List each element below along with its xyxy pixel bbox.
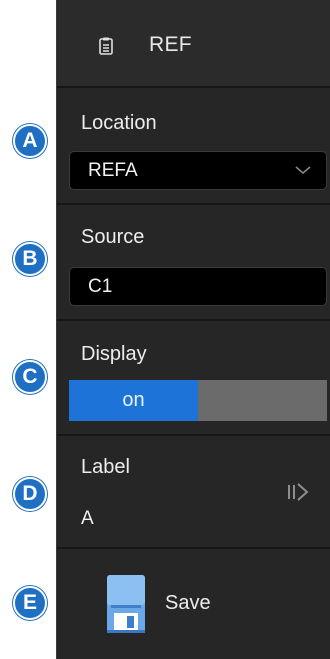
chevron-down-icon xyxy=(295,166,311,175)
toggle-state-text: on xyxy=(122,389,145,411)
save-label: Save xyxy=(165,592,211,614)
source-select[interactable]: C1 xyxy=(69,267,327,306)
location-label: Location xyxy=(81,112,157,134)
display-section: Display on xyxy=(57,321,330,436)
location-value: REFA xyxy=(88,160,138,181)
panel-title: REF xyxy=(149,33,192,56)
callout-marker-d: D xyxy=(13,477,47,511)
ref-menu-panel: REF Location REFA Source C1 Display on L… xyxy=(56,0,330,659)
panel-header: REF xyxy=(57,0,330,88)
source-value: C1 xyxy=(88,276,113,297)
label-label: Label xyxy=(81,456,130,478)
source-section: Source C1 xyxy=(57,205,330,321)
label-section[interactable]: Label A xyxy=(57,436,330,549)
location-select[interactable]: REFA xyxy=(69,151,327,190)
callout-marker-c: C xyxy=(13,360,47,394)
floppy-disk-icon xyxy=(107,575,145,633)
callout-marker-a: A xyxy=(13,124,47,158)
source-label: Source xyxy=(81,226,145,248)
callout-marker-b: B xyxy=(13,242,47,276)
display-toggle[interactable]: on xyxy=(69,380,327,421)
next-arrow-icon xyxy=(288,483,309,501)
display-label: Display xyxy=(81,343,147,365)
location-section: Location REFA xyxy=(57,88,330,205)
save-section[interactable]: Save xyxy=(57,549,330,659)
clipboard-list-icon xyxy=(99,37,113,55)
callout-marker-e: E xyxy=(13,586,47,620)
label-value: A xyxy=(81,508,94,529)
